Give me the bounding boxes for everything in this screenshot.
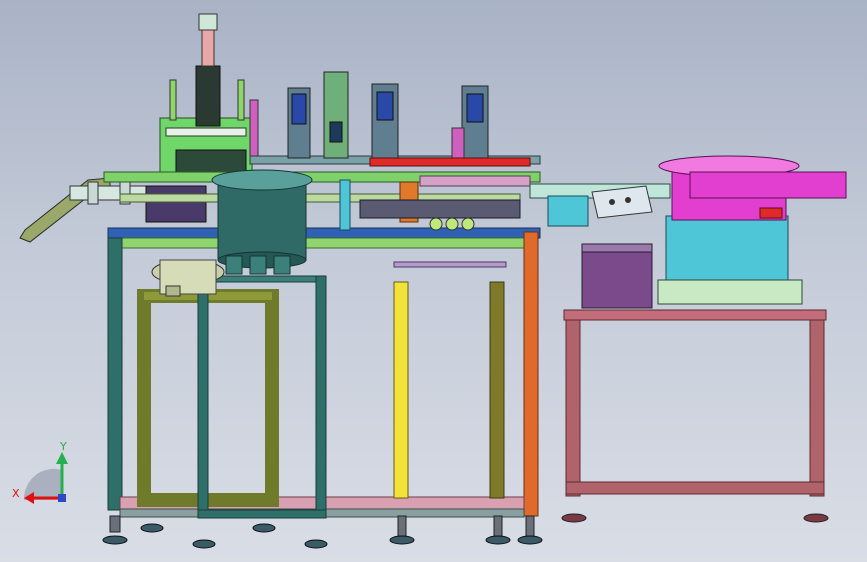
column-olive [489, 281, 505, 499]
bowl-stand [197, 275, 327, 519]
rotary-bowl [211, 169, 313, 275]
machine-drawing: Y X [12, 13, 847, 549]
cad-viewport[interactable]: Y X [0, 0, 867, 562]
right-table [561, 309, 829, 523]
axis-triad: Y X [12, 440, 68, 504]
actuators [287, 71, 531, 231]
lower-cylinder [151, 259, 225, 297]
column-yellow [393, 281, 409, 499]
y-axis-label: Y [59, 440, 67, 453]
x-axis-label: X [12, 487, 20, 500]
linear-feeder [529, 183, 671, 227]
feeder-controller [581, 243, 653, 309]
cross-bar [393, 261, 507, 268]
main-feet [102, 515, 543, 549]
vibratory-bowl [657, 155, 847, 305]
